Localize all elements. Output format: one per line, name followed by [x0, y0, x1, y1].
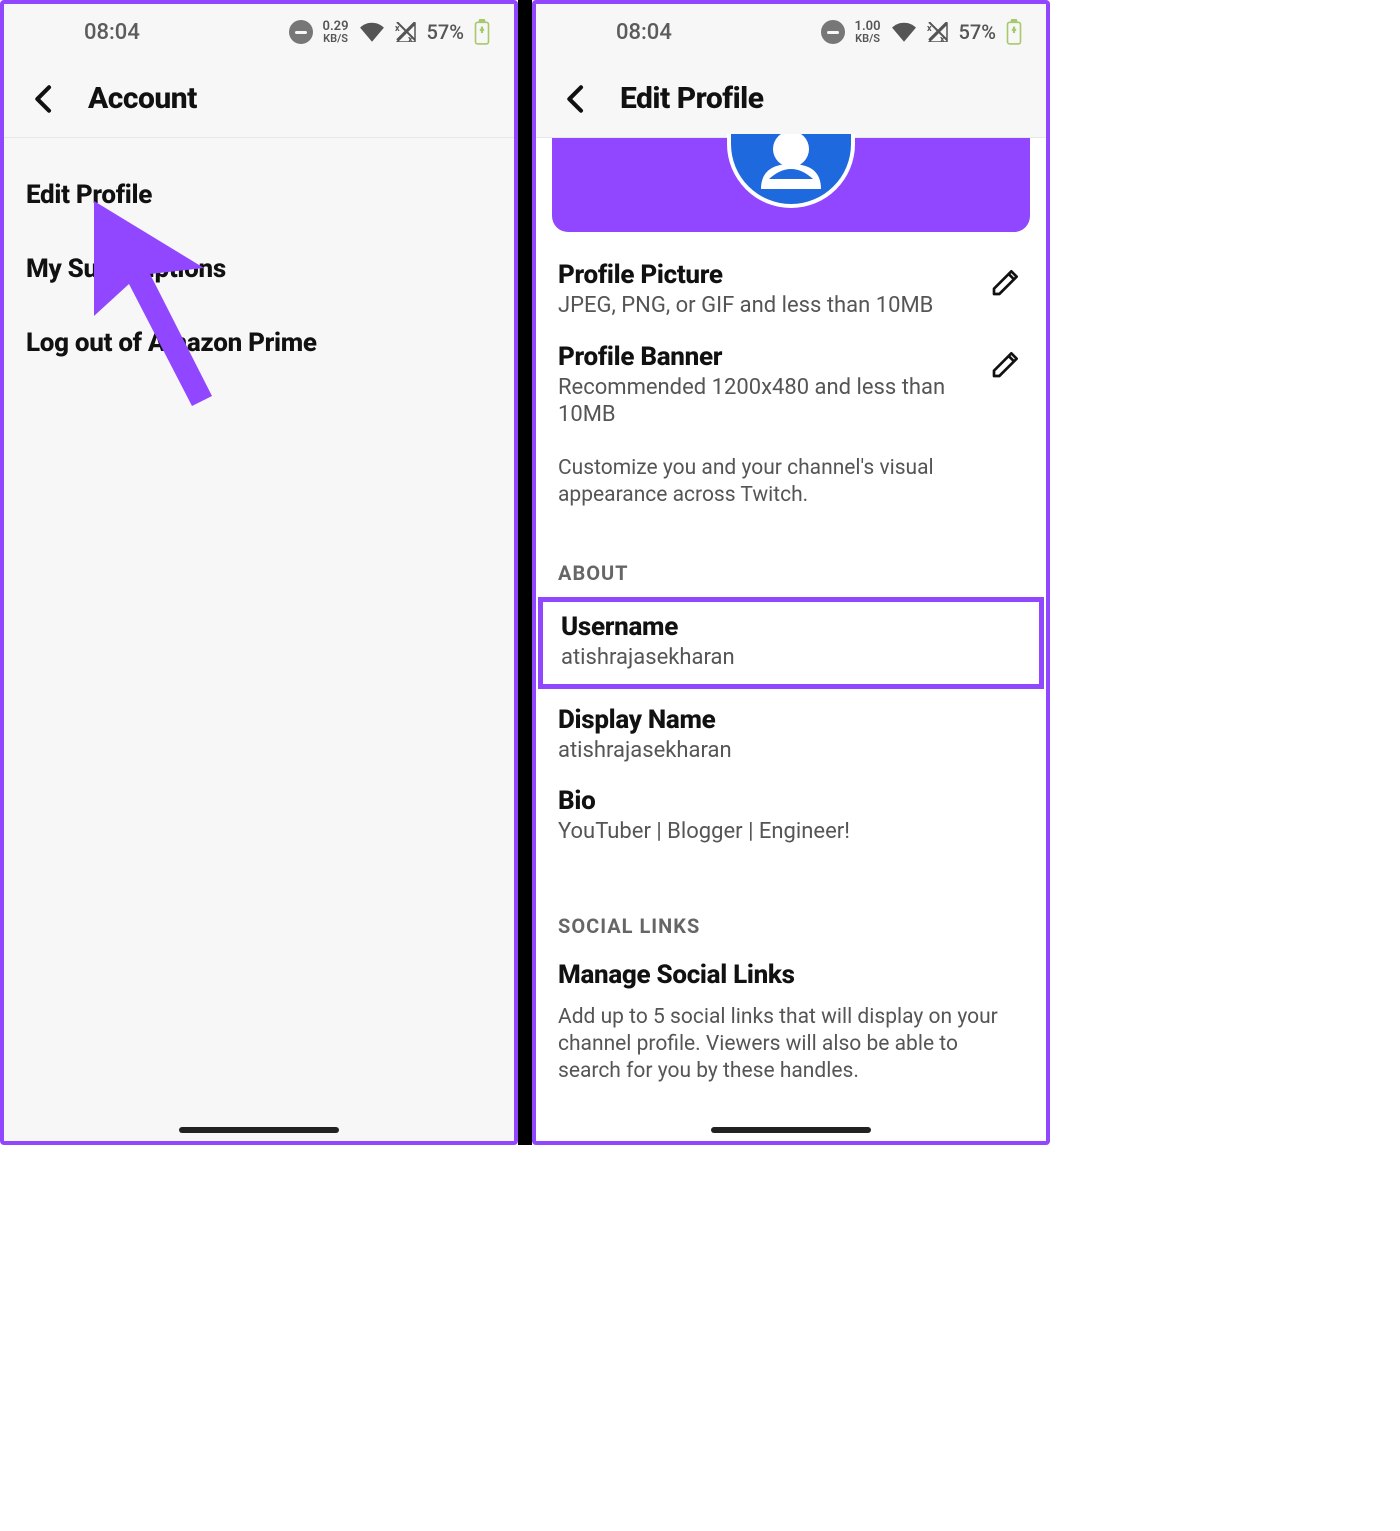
- status-time: 08:04: [616, 20, 672, 45]
- app-bar: Edit Profile: [536, 60, 1046, 138]
- home-indicator[interactable]: [179, 1127, 339, 1133]
- dnd-icon: [289, 20, 313, 44]
- svg-text:x: x: [408, 35, 413, 42]
- logout-prime-item[interactable]: Log out of Amazon Prime: [26, 306, 492, 380]
- network-rate: 1.00 KB/S: [855, 20, 881, 44]
- network-rate: 0.29 KB/S: [323, 20, 349, 44]
- social-links-description: Add up to 5 social links that will displ…: [558, 998, 1024, 1096]
- page-title: Account: [88, 81, 197, 116]
- pencil-icon[interactable]: [990, 266, 1024, 300]
- back-button[interactable]: [556, 81, 592, 117]
- wifi-icon: [359, 22, 385, 42]
- username-row[interactable]: Username atishrajasekharan: [538, 597, 1044, 689]
- profile-picture-title: Profile Picture: [558, 260, 978, 290]
- status-time: 08:04: [84, 20, 140, 45]
- status-bar: 08:04 1.00 KB/S xx 57%: [536, 4, 1046, 60]
- app-bar: Account: [4, 60, 514, 138]
- appearance-description: Customize you and your channel's visual …: [558, 437, 1024, 538]
- profile-picture-row[interactable]: Profile Picture JPEG, PNG, or GIF and le…: [558, 246, 1024, 328]
- social-section-label: SOCIAL LINKS: [536, 854, 1046, 944]
- profile-banner-row[interactable]: Profile Banner Recommended 1200x480 and …: [558, 328, 1024, 437]
- svg-text:x: x: [927, 24, 932, 34]
- battery-icon: [1006, 19, 1022, 45]
- wifi-icon: [891, 22, 917, 42]
- no-signal-icon: xx: [395, 22, 417, 42]
- battery-icon: [474, 19, 490, 45]
- manage-social-links-row[interactable]: Manage Social Links: [558, 946, 1024, 998]
- profile-banner-preview: [536, 138, 1046, 232]
- status-bar: 08:04 0.29 KB/S xx 57%: [4, 4, 514, 60]
- display-name-value: atishrajasekharan: [558, 737, 1024, 765]
- profile-banner-title: Profile Banner: [558, 342, 978, 372]
- pencil-icon[interactable]: [990, 348, 1024, 382]
- display-name-row[interactable]: Display Name atishrajasekharan: [558, 695, 1024, 773]
- account-menu: Edit Profile My Subscriptions Log out of…: [4, 138, 514, 400]
- display-name-title: Display Name: [558, 705, 1024, 735]
- manage-social-links-title: Manage Social Links: [558, 960, 1024, 990]
- bio-title: Bio: [558, 786, 1024, 816]
- profile-banner-sub: Recommended 1200x480 and less than 10MB: [558, 374, 978, 429]
- svg-text:x: x: [395, 24, 400, 34]
- page-title: Edit Profile: [620, 81, 764, 116]
- battery-percent: 57%: [427, 20, 464, 44]
- edit-profile-screen: 08:04 1.00 KB/S xx 57%: [532, 0, 1050, 1145]
- bio-row[interactable]: Bio YouTuber | Blogger | Engineer!: [558, 772, 1024, 854]
- username-title: Username: [561, 612, 1021, 642]
- home-indicator[interactable]: [711, 1127, 871, 1133]
- username-value: atishrajasekharan: [561, 644, 1021, 672]
- profile-picture-sub: JPEG, PNG, or GIF and less than 10MB: [558, 292, 978, 320]
- avatar: [727, 134, 855, 208]
- battery-percent: 57%: [959, 20, 996, 44]
- dnd-icon: [821, 20, 845, 44]
- svg-text:x: x: [940, 35, 945, 42]
- account-screen: 08:04 0.29 KB/S xx 57%: [0, 0, 518, 1145]
- edit-profile-content[interactable]: Profile Picture JPEG, PNG, or GIF and le…: [536, 138, 1046, 1115]
- about-section-label: ABOUT: [536, 537, 1046, 591]
- back-button[interactable]: [24, 81, 60, 117]
- my-subscriptions-item[interactable]: My Subscriptions: [26, 232, 492, 306]
- bio-value: YouTuber | Blogger | Engineer!: [558, 818, 1024, 846]
- no-signal-icon: xx: [927, 22, 949, 42]
- screenshot-divider: [518, 0, 532, 1145]
- edit-profile-item[interactable]: Edit Profile: [26, 158, 492, 232]
